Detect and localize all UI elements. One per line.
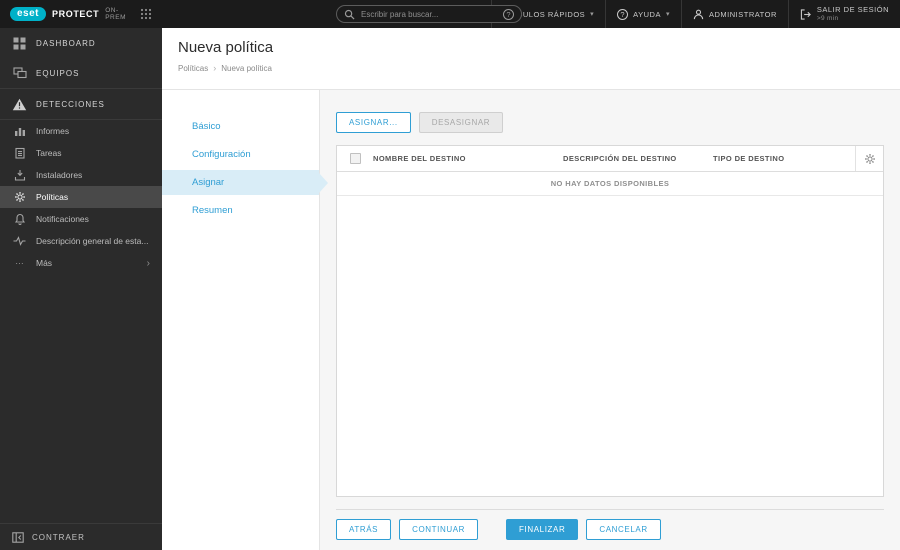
help-label: AYUDA	[633, 9, 661, 19]
column-header-descripcion[interactable]: DESCRIPCIÓN DEL DESTINO	[563, 146, 713, 171]
eset-logo[interactable]: eset	[10, 7, 47, 21]
logout-icon	[800, 8, 812, 20]
user-label: ADMINISTRATOR	[708, 9, 777, 19]
reports-icon	[12, 125, 27, 137]
main-area: Nueva política Políticas › Nueva polític…	[162, 28, 900, 550]
select-all-checkbox[interactable]	[349, 153, 361, 164]
chevron-down-icon: ▾	[590, 11, 595, 18]
assign-panel: ASIGNAR... DESASIGNAR NOMBRE DEL DESTINO…	[320, 90, 900, 550]
logout-button[interactable]: SALIR DE SESIÓN >9 min	[787, 0, 900, 28]
breadcrumb-parent[interactable]: Políticas	[178, 64, 208, 73]
sidebar-item-dashboard[interactable]: DASHBOARD	[0, 28, 162, 58]
table-body-empty	[337, 196, 883, 496]
sidebar-item-label: DASHBOARD	[36, 38, 96, 48]
user-icon	[693, 9, 704, 20]
edition-label: ON-PREM	[105, 7, 126, 21]
sidebar-item-label: Notificaciones	[36, 214, 89, 224]
chevron-down-icon: ▾	[665, 11, 670, 18]
collapse-icon	[12, 531, 24, 543]
policies-gear-icon	[12, 191, 27, 203]
search-input[interactable]	[361, 9, 497, 19]
page-header: Nueva política Políticas › Nueva polític…	[162, 28, 900, 90]
column-header-nombre[interactable]: NOMBRE DEL DESTINO	[373, 146, 563, 171]
column-header-tipo[interactable]: TIPO DE DESTINO	[713, 146, 855, 171]
sidebar-item-label: DETECCIONES	[36, 99, 105, 109]
sidebar-item-politicas[interactable]: Políticas	[0, 186, 162, 208]
installers-icon	[12, 169, 27, 181]
sidebar-item-label: Políticas	[36, 192, 69, 202]
sidebar-item-label: Tareas	[36, 148, 62, 158]
unassign-button[interactable]: DESASIGNAR	[418, 112, 504, 133]
tasks-icon	[12, 147, 27, 159]
wizard-steps-nav: Básico Configuración Asignar Resumen	[162, 90, 328, 550]
assign-toolbar: ASIGNAR... DESASIGNAR	[320, 90, 900, 145]
global-search: ?	[336, 5, 522, 23]
step-asignar[interactable]: Asignar	[162, 170, 328, 195]
continue-button[interactable]: CONTINUAR	[399, 519, 479, 540]
sidebar-item-label: Más	[36, 258, 53, 268]
session-timer: >9 min	[816, 14, 839, 22]
table-header-row: NOMBRE DEL DESTINO DESCRIPCIÓN DEL DESTI…	[337, 146, 883, 172]
collapse-sidebar-button[interactable]: CONTRAER	[0, 523, 162, 550]
help-menu[interactable]: ? AYUDA ▾	[605, 0, 681, 28]
more-ellipsis-icon: ···	[15, 258, 24, 268]
chevron-right-icon: ›	[146, 257, 150, 269]
notifications-bell-icon	[12, 213, 27, 225]
product-name: PROTECT	[52, 9, 100, 19]
sidebar-item-label: Informes	[36, 126, 70, 136]
wizard-footer: ATRÁS CONTINUAR FINALIZAR CANCELAR	[336, 509, 884, 550]
step-basico[interactable]: Básico	[162, 114, 319, 139]
sidebar-item-tareas[interactable]: Tareas	[0, 142, 162, 164]
table-empty-message: NO HAY DATOS DISPONIBLES	[337, 172, 883, 196]
step-resumen[interactable]: Resumen	[162, 198, 319, 223]
sidebar-item-mas[interactable]: ··· Más ›	[0, 252, 162, 274]
table-settings-gear-icon[interactable]	[855, 146, 883, 171]
detections-warning-icon	[12, 98, 27, 111]
help-icon: ?	[617, 8, 629, 20]
assign-button[interactable]: ASIGNAR...	[336, 112, 411, 133]
dashboard-icon	[12, 37, 27, 50]
sidebar-item-label: Descripción general de esta...	[36, 236, 149, 246]
targets-table: NOMBRE DEL DESTINO DESCRIPCIÓN DEL DESTI…	[336, 145, 884, 497]
sidebar: DASHBOARD EQUIPOS DETECCIONES Informes T…	[0, 28, 162, 550]
search-help-icon[interactable]: ?	[503, 8, 514, 20]
cancel-button[interactable]: CANCELAR	[586, 519, 661, 540]
user-menu[interactable]: ADMINISTRATOR	[680, 0, 788, 28]
page-title: Nueva política	[178, 39, 274, 56]
breadcrumb-current: Nueva política	[221, 63, 272, 73]
sidebar-item-label: EQUIPOS	[36, 68, 80, 78]
sidebar-item-detecciones[interactable]: DETECCIONES	[0, 89, 162, 119]
brand: eset PROTECT ON-PREM	[0, 0, 162, 28]
topbar: eset PROTECT ON-PREM ? VÍNCULOS RÁPIDOS …	[0, 0, 900, 28]
status-overview-icon	[12, 236, 27, 246]
breadcrumb-separator-icon: ›	[213, 63, 217, 73]
sidebar-item-notificaciones[interactable]: Notificaciones	[0, 208, 162, 230]
sidebar-item-informes[interactable]: Informes	[0, 120, 162, 142]
apps-grid-icon[interactable]	[140, 8, 152, 20]
topbar-menu: VÍNCULOS RÁPIDOS ▾ ? AYUDA ▾ ADMINISTRAT…	[490, 0, 900, 28]
sidebar-item-instaladores[interactable]: Instaladores	[0, 164, 162, 186]
collapse-label: CONTRAER	[32, 532, 85, 542]
app-window: eset PROTECT ON-PREM ? VÍNCULOS RÁPIDOS …	[0, 0, 900, 550]
back-button[interactable]: ATRÁS	[336, 519, 392, 540]
step-configuracion[interactable]: Configuración	[162, 142, 319, 167]
sidebar-item-descripcion-general[interactable]: Descripción general de esta...	[0, 230, 162, 252]
sidebar-item-equipos[interactable]: EQUIPOS	[0, 58, 162, 88]
computers-icon	[12, 67, 27, 79]
finish-button[interactable]: FINALIZAR	[506, 519, 579, 540]
search-icon	[344, 9, 355, 20]
breadcrumb: Políticas › Nueva política	[178, 63, 884, 73]
logout-label: SALIR DE SESIÓN	[816, 5, 889, 15]
sidebar-item-label: Instaladores	[36, 170, 83, 180]
